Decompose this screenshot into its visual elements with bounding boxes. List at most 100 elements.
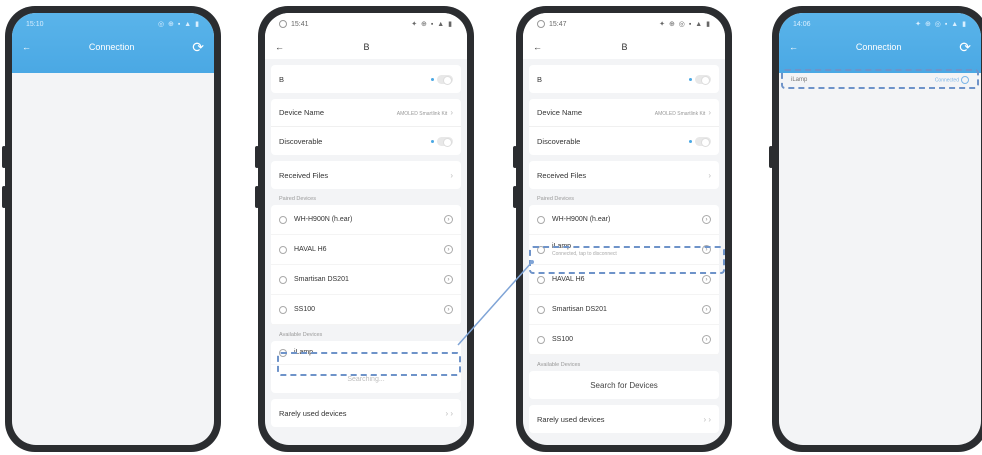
paired-device-item[interactable]: HAVAL H6 › (271, 235, 461, 265)
headphones-icon (537, 215, 545, 224)
received-files-card: Received Files › (529, 161, 719, 189)
bluetooth-row[interactable]: B (271, 65, 461, 93)
discoverable-row[interactable]: Discoverable (271, 127, 461, 155)
bluetooth-row[interactable]: B (529, 65, 719, 93)
status-time: 15:10 (26, 20, 44, 28)
device-name-row[interactable]: Device Name AMOLED Smartlink Kit › (271, 99, 461, 127)
chevron-right-icon: › › (445, 408, 453, 418)
page-title: B (621, 42, 628, 52)
rarely-used-row[interactable]: Rarely used devices › › (271, 399, 461, 427)
device-name: SS100 (294, 306, 316, 313)
refresh-icon[interactable]: ⟳ (192, 39, 204, 56)
bluetooth-toggle[interactable] (689, 74, 711, 85)
discoverable-label: Discoverable (537, 136, 581, 146)
rarely-used-label: Rarely used devices (279, 408, 347, 418)
device-name: WH-H900N (h.ear) (552, 216, 611, 223)
back-arrow-icon[interactable]: ← (22, 42, 31, 52)
phone-connection-empty: 15:10 ◎ ⊕ ▪ ▲ ▮ ← Connection ⟳ (2, 6, 221, 452)
paired-device-item[interactable]: WH-H900N (h.ear) › (271, 205, 461, 235)
status-icons: ✦ ⊕ ◎ ▪ ▲ ▮ (659, 21, 711, 28)
status-time: 15:47 (549, 20, 567, 28)
paired-device-item[interactable]: SS100 › (529, 325, 719, 355)
bluetooth-toggle[interactable] (431, 74, 453, 85)
info-icon[interactable]: › (702, 335, 711, 344)
rarely-used-label: Rarely used devices (537, 414, 605, 424)
headphones-icon (279, 215, 287, 224)
device-icon (537, 275, 545, 284)
received-files-row[interactable]: Received Files › (271, 161, 461, 189)
nav-bar: ← Connection ⟳ (779, 35, 981, 59)
back-arrow-icon[interactable]: ← (275, 42, 284, 52)
info-icon[interactable]: › (444, 215, 453, 224)
device-name-row[interactable]: Device Name AMOLED Smartlink Kit › (529, 99, 719, 127)
available-devices-header: Available Devices (537, 362, 581, 368)
chevron-right-icon: › › (703, 414, 711, 424)
info-icon[interactable]: › (702, 275, 711, 284)
discoverable-row[interactable]: Discoverable (529, 127, 719, 155)
device-icon (537, 305, 545, 314)
paired-device-item[interactable]: WH-H900N (h.ear) › (529, 205, 719, 235)
device-name: HAVAL H6 (294, 246, 327, 253)
paired-device-item[interactable]: SS100 › (271, 295, 461, 325)
header: 15:10 ◎ ⊕ ▪ ▲ ▮ ← Connection ⟳ (12, 13, 214, 73)
device-name: Smartisan DS201 (552, 306, 607, 313)
paired-device-item[interactable]: Smartisan DS201 › (271, 265, 461, 295)
status-bar: 14:06 ✦ ⊕ ◎ ▪ ▲ ▮ (779, 13, 981, 35)
device-name-value: AMOLED Smartlink Kit (654, 111, 706, 117)
nav-bar: ← B (265, 35, 467, 59)
received-files-label: Received Files (279, 170, 329, 180)
back-arrow-icon[interactable]: ← (789, 42, 798, 52)
header: 14:06 ✦ ⊕ ◎ ▪ ▲ ▮ ← Connection ⟳ (779, 13, 981, 73)
info-icon[interactable]: › (444, 245, 453, 254)
status-icons: ◎ ⊕ ▪ ▲ ▮ (157, 21, 200, 28)
nav-bar: ← Connection ⟳ (12, 35, 214, 59)
device-icon (537, 335, 545, 344)
highlight-device-box (781, 69, 979, 89)
device-name: SS100 (552, 336, 574, 343)
received-files-row[interactable]: Received Files › (529, 161, 719, 189)
rarely-used-row[interactable]: Rarely used devices › › (529, 405, 719, 433)
back-arrow-icon[interactable]: ← (533, 42, 542, 52)
rarely-used-card: Rarely used devices › › (271, 399, 461, 427)
search-devices-card: Search for Devices (529, 371, 719, 399)
device-settings-card: Device Name AMOLED Smartlink Kit › Discov… (271, 99, 461, 155)
page-title: Connection (88, 42, 135, 52)
device-settings-card: Device Name AMOLED Smartlink Kit › Discov… (529, 99, 719, 155)
nav-bar: ← B (523, 35, 725, 59)
paired-devices-list: WH-H900N (h.ear) › iLamp Connected, tap to… (529, 205, 719, 355)
phone-bluetooth-connected: 15:47 ✦ ⊕ ◎ ▪ ▲ ▮ ← B B Device Name AMOL… (513, 6, 732, 452)
received-files-card: Received Files › (271, 161, 461, 189)
search-devices-button[interactable]: Search for Devices (529, 371, 719, 399)
paired-device-item[interactable]: Smartisan DS201 › (529, 295, 719, 325)
status-icons: ✦ ⊕ ◎ ▪ ▲ ▮ (915, 21, 967, 28)
screen: 15:10 ◎ ⊕ ▪ ▲ ▮ ← Connection ⟳ (12, 13, 214, 445)
bluetooth-label: B (537, 74, 543, 84)
refresh-icon[interactable]: ⟳ (959, 39, 971, 56)
discoverable-toggle[interactable] (689, 136, 711, 147)
paired-devices-header: Paired Devices (537, 196, 574, 202)
highlight-connected-box (529, 246, 725, 274)
bluetooth-label: B (279, 74, 285, 84)
page-title: B (363, 42, 370, 52)
device-name: WH-H900N (h.ear) (294, 216, 353, 223)
device-icon (279, 275, 287, 284)
available-devices-header: Available Devices (279, 332, 323, 338)
camera-icon (279, 20, 287, 28)
info-icon[interactable]: › (444, 275, 453, 284)
info-icon[interactable]: › (702, 215, 711, 224)
camera-icon (537, 20, 545, 28)
status-time: 14:06 (793, 20, 811, 28)
status-icons: ✦ ⊕ ▪ ▲ ▮ (411, 21, 453, 28)
discoverable-toggle[interactable] (431, 136, 453, 147)
device-icon (279, 245, 287, 254)
status-bar: 15:41 ✦ ⊕ ▪ ▲ ▮ (265, 13, 467, 35)
info-icon[interactable]: › (702, 305, 711, 314)
info-icon[interactable]: › (444, 305, 453, 314)
device-icon (279, 305, 287, 314)
screen: 14:06 ✦ ⊕ ◎ ▪ ▲ ▮ ← Connection ⟳ iLamp C… (779, 13, 981, 445)
discoverable-label: Discoverable (279, 136, 323, 146)
page-title: Connection (855, 42, 902, 52)
tutorial-stage: 15:10 ◎ ⊕ ▪ ▲ ▮ ← Connection ⟳ 15:41 ✦ ⊕… (0, 0, 982, 455)
phone-connection-result: 14:06 ✦ ⊕ ◎ ▪ ▲ ▮ ← Connection ⟳ iLamp C… (769, 6, 982, 452)
status-bar: 15:47 ✦ ⊕ ◎ ▪ ▲ ▮ (523, 13, 725, 35)
